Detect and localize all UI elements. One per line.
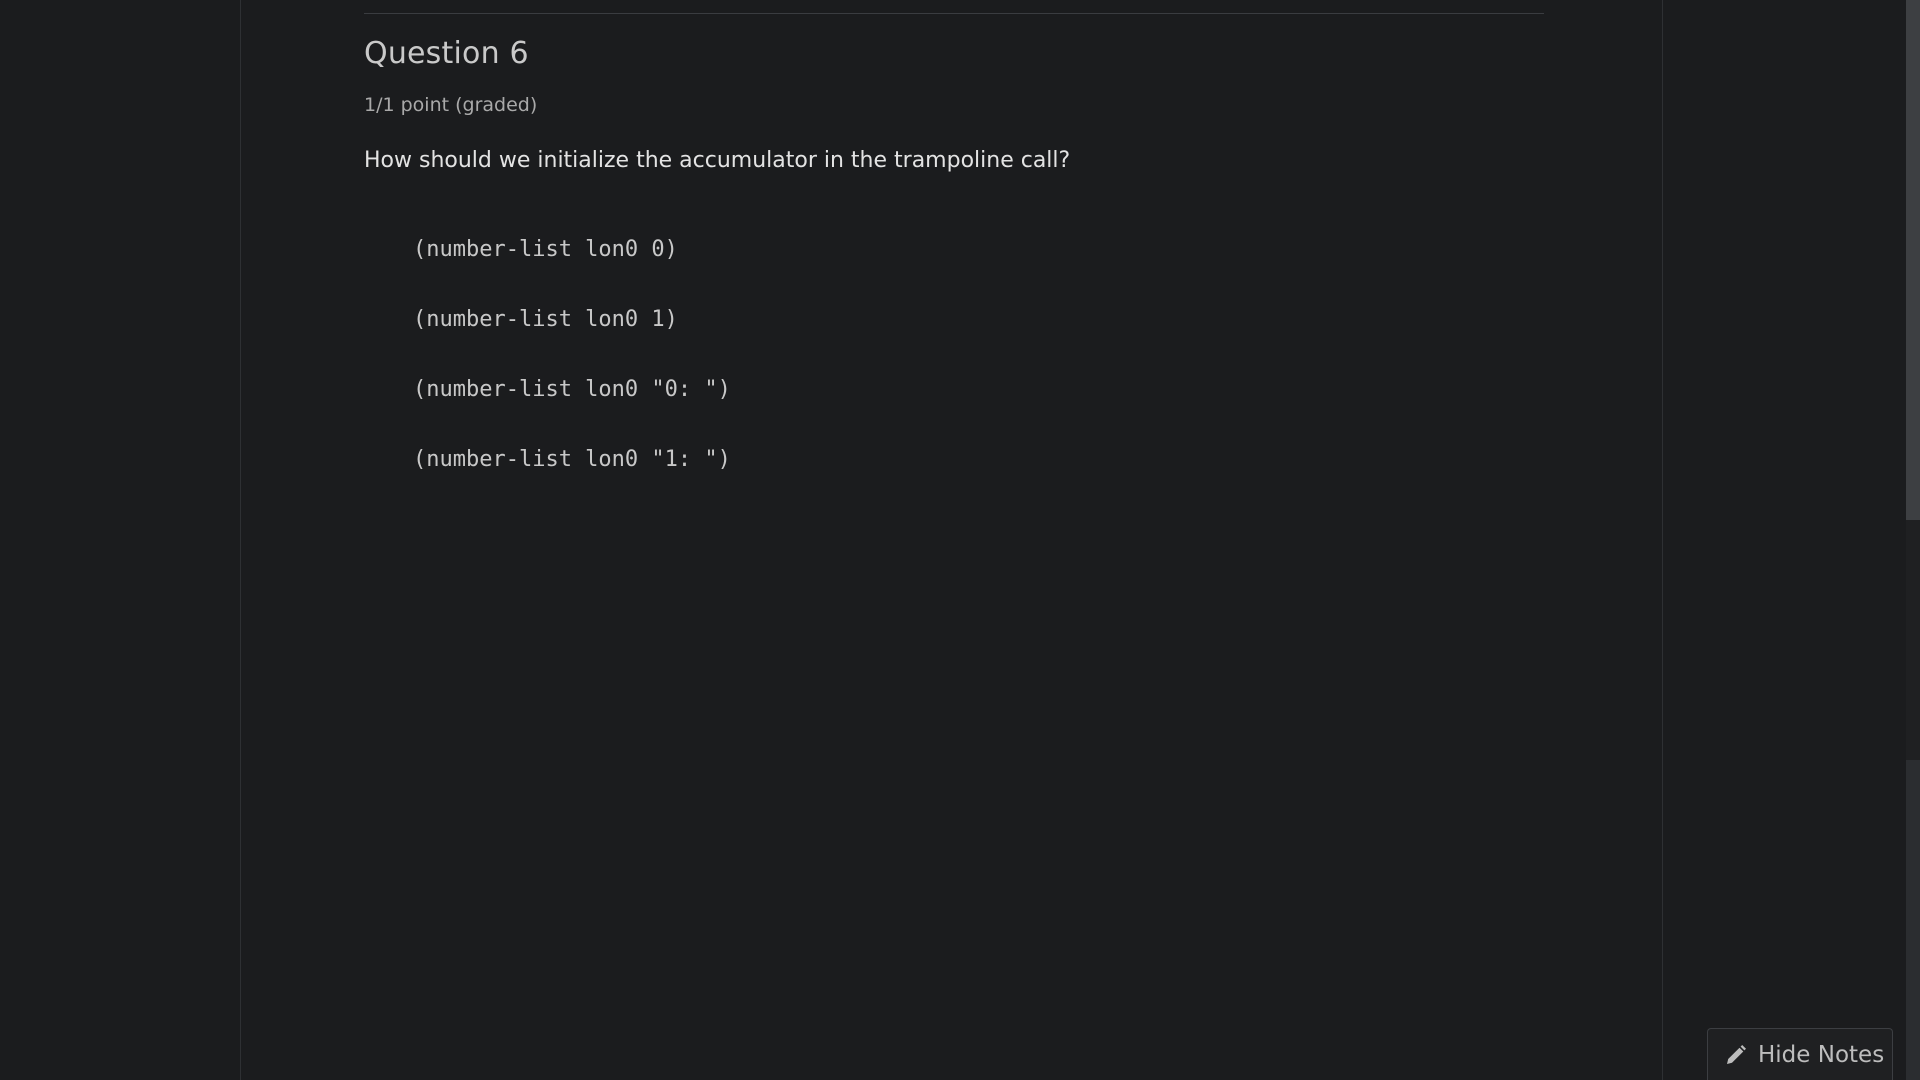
question-prompt: How should we initialize the accumulator… — [364, 148, 1071, 173]
scrollbar-lower-segment[interactable] — [1906, 760, 1920, 1080]
answer-option-label: (number-list lon0 1) — [413, 306, 678, 332]
question-title: Question 6 — [364, 36, 529, 71]
scrollbar-thumb[interactable] — [1906, 0, 1920, 520]
answer-option-label: (number-list lon0 0) — [413, 236, 678, 262]
answer-option-1[interactable]: (number-list lon0 0) — [413, 214, 731, 284]
pencil-icon — [1724, 1043, 1748, 1067]
page: Question 6 1/1 point (graded) How should… — [0, 0, 1920, 1080]
answer-option-label: (number-list lon0 "0: ") — [413, 376, 731, 402]
answer-options: (number-list lon0 0) (number-list lon0 1… — [413, 214, 731, 494]
points-status: 1/1 point (graded) — [364, 94, 538, 116]
section-divider — [364, 13, 1544, 14]
answer-option-4[interactable]: (number-list lon0 "1: ") — [413, 424, 731, 494]
hide-notes-label: Hide Notes — [1758, 1041, 1885, 1068]
content-column: Question 6 1/1 point (graded) How should… — [240, 0, 1663, 1080]
answer-option-label: (number-list lon0 "1: ") — [413, 446, 731, 472]
answer-option-2[interactable]: (number-list lon0 1) — [413, 284, 731, 354]
hide-notes-button[interactable]: Hide Notes — [1707, 1028, 1893, 1080]
answer-option-3[interactable]: (number-list lon0 "0: ") — [413, 354, 731, 424]
